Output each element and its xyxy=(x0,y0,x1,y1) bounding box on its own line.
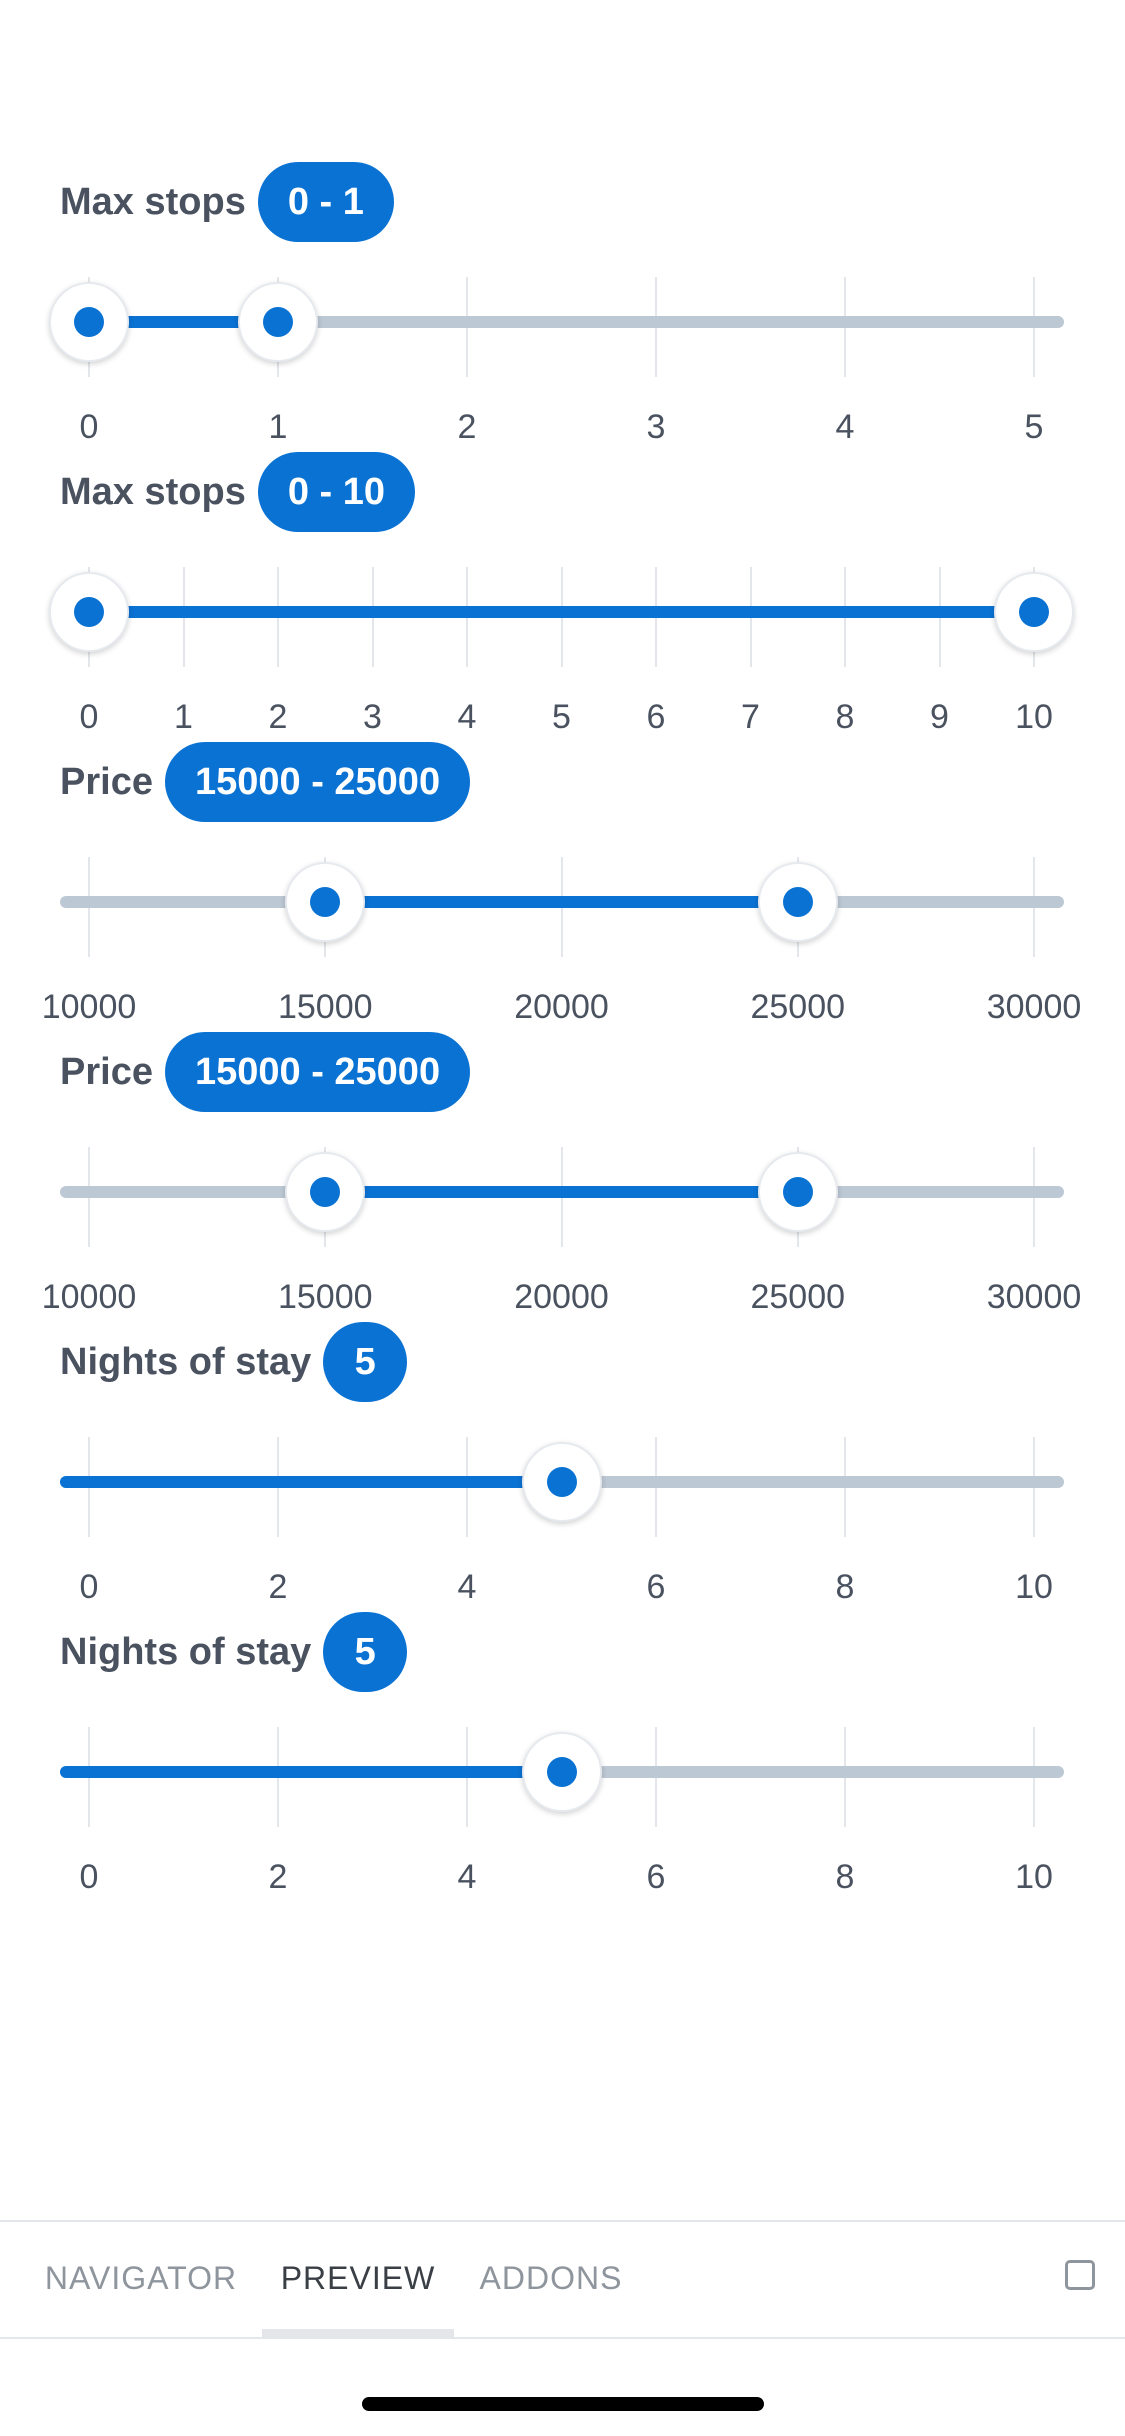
slider-thumb-min[interactable] xyxy=(285,1152,366,1232)
scale-label: 0 xyxy=(79,408,99,446)
scale-label: 15000 xyxy=(277,988,373,1026)
scale-label: 0 xyxy=(79,1858,99,1896)
thumb-dot xyxy=(546,1467,577,1497)
scale-label: 1 xyxy=(268,408,288,446)
home-indicator xyxy=(362,2397,764,2411)
thumb-dot xyxy=(263,307,293,337)
scale-label: 4 xyxy=(457,1858,477,1896)
scale-label: 10000 xyxy=(41,988,137,1026)
slider-thumb-min[interactable] xyxy=(49,572,129,652)
slider-fill xyxy=(89,606,1034,618)
slider-fill xyxy=(325,1186,798,1198)
scale-label: 2 xyxy=(457,408,477,446)
value-badge: 15000 - 25000 xyxy=(164,1032,471,1112)
thumb-dot xyxy=(546,1757,577,1787)
scale-label: 20000 xyxy=(514,1278,609,1316)
scale-label: 25000 xyxy=(750,1278,846,1316)
tab-navigator[interactable]: NAVIGATOR xyxy=(30,2222,252,2335)
slider-thumb-max[interactable] xyxy=(994,572,1074,652)
slider-5: Nights of stay 5 0 2 4 6 8 10 xyxy=(0,1322,1125,1612)
slider-thumb-max[interactable] xyxy=(757,862,838,942)
value-badge: 0 - 1 xyxy=(257,162,394,242)
slider-header: Price 15000 - 25000 xyxy=(60,1032,471,1112)
scale-label: 2 xyxy=(268,1568,288,1606)
slider-thumb-min[interactable] xyxy=(285,862,366,942)
thumb-dot xyxy=(1019,597,1049,627)
slider-4: Price 15000 - 25000 10000 15000 20000 25000 30… xyxy=(0,1032,1125,1322)
scale-label: 10000 xyxy=(41,1278,137,1316)
slider-header: Max stops 0 - 10 xyxy=(60,452,415,532)
active-tab-indicator xyxy=(262,2329,454,2337)
value-badge: 0 - 10 xyxy=(257,452,415,532)
slider-track[interactable] xyxy=(0,1712,1125,1832)
value-badge: 15000 - 25000 xyxy=(164,742,471,822)
scale-label: 10 xyxy=(1015,1858,1053,1896)
scale-label: 8 xyxy=(835,1568,855,1606)
scale-label: 15000 xyxy=(277,1278,373,1316)
addon-tab-bar: NAVIGATOR PREVIEW ADDONS xyxy=(0,2220,1125,2339)
slider-track[interactable] xyxy=(0,262,1125,382)
slider-title: Nights of stay xyxy=(60,1340,312,1383)
slider-track[interactable] xyxy=(0,1132,1125,1252)
slider-1: Max stops 0 - 1 0 1 2 3 4 5 xyxy=(0,162,1125,452)
scale-label: 3 xyxy=(646,408,666,446)
scale-label: 6 xyxy=(646,1568,666,1606)
slider-track[interactable] xyxy=(0,842,1125,962)
slider-title: Price xyxy=(60,760,153,803)
thumb-dot xyxy=(74,307,104,337)
thumb-dot xyxy=(782,1177,813,1207)
slider-fill xyxy=(325,896,798,908)
tab-preview[interactable]: PREVIEW xyxy=(262,2222,454,2335)
slider-header: Max stops 0 - 1 xyxy=(60,162,394,242)
slider-3: Price 15000 - 25000 10000 15000 20000 25000 30… xyxy=(0,742,1125,1032)
thumb-dot xyxy=(310,1177,341,1207)
slider-thumb-max[interactable] xyxy=(238,282,318,362)
slider-header: Price 15000 - 25000 xyxy=(60,742,471,822)
slider-title: Max stops xyxy=(60,470,246,513)
slider-fill xyxy=(60,1766,562,1778)
scale-label: 30000 xyxy=(986,1278,1082,1316)
scale-label: 10 xyxy=(1015,1568,1053,1606)
scale-label: 25000 xyxy=(750,988,846,1026)
slider-title: Nights of stay xyxy=(60,1630,312,1673)
scale-label: 10 xyxy=(1015,698,1053,736)
square-checkbox-icon[interactable] xyxy=(1065,2260,1095,2290)
slider-thumb-min[interactable] xyxy=(49,282,129,362)
slider-header: Nights of stay 5 xyxy=(60,1322,408,1402)
thumb-dot xyxy=(310,887,341,917)
scale-label: 0 xyxy=(79,1568,99,1606)
scale-label: 30000 xyxy=(986,988,1082,1026)
scale-label: 4 xyxy=(835,408,855,446)
scale-label: 4 xyxy=(457,1568,477,1606)
scale-label: 8 xyxy=(835,1858,855,1896)
scale-label: 2 xyxy=(268,1858,288,1896)
thumb-dot xyxy=(782,887,813,917)
scale-label: 20000 xyxy=(514,988,609,1026)
slider-title: Price xyxy=(60,1050,153,1093)
scale-label: 6 xyxy=(646,1858,666,1896)
slider-track[interactable] xyxy=(0,1422,1125,1542)
value-badge: 5 xyxy=(323,1322,408,1402)
slider-title: Max stops xyxy=(60,180,246,223)
slider-thumb[interactable] xyxy=(521,1732,602,1812)
value-badge: 5 xyxy=(323,1612,408,1692)
slider-fill xyxy=(60,1476,562,1488)
slider-track[interactable] xyxy=(0,552,1125,672)
slider-header: Nights of stay 5 xyxy=(60,1612,408,1692)
tab-addons[interactable]: ADDONS xyxy=(470,2222,632,2335)
slider-thumb[interactable] xyxy=(521,1442,602,1522)
slider-6: Nights of stay 5 0 2 4 6 8 10 xyxy=(0,1612,1125,1902)
slider-2: Max stops 0 - 10 0 1 2 3 4 5 6 7 8 9 10 xyxy=(0,452,1125,742)
thumb-dot xyxy=(74,597,104,627)
scale-label: 5 xyxy=(1024,408,1044,446)
slider-thumb-max[interactable] xyxy=(757,1152,838,1232)
